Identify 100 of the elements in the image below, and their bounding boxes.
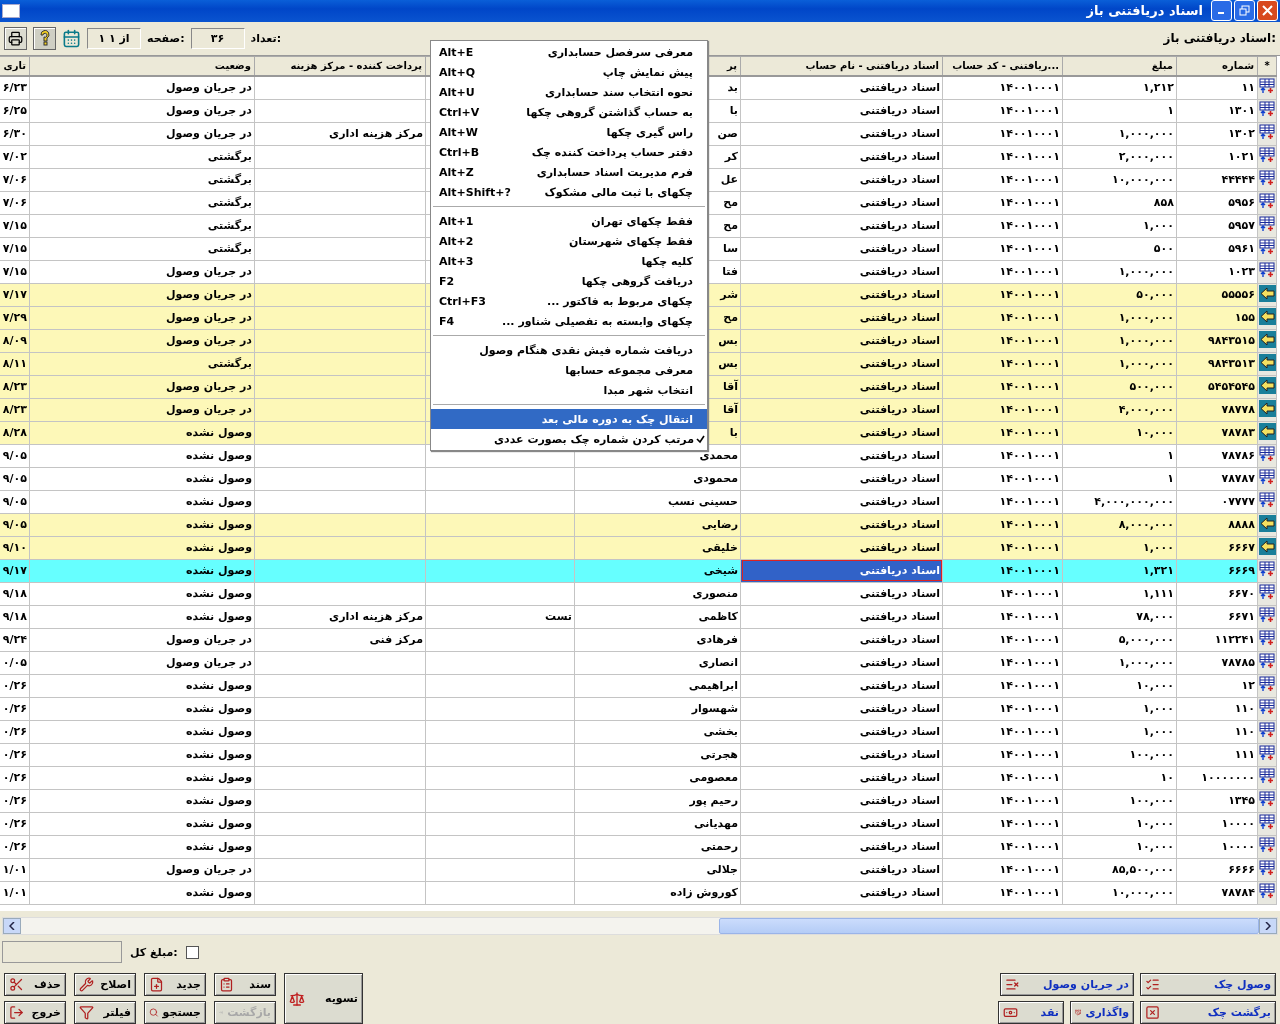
table-row[interactable]: ۱۱۰ ۱,۰۰۰ ۱۴۰۰۱۰۰۰۱ اسناد دریافتنی بخشی وصول نشده ۰/۲۶	[0, 720, 1277, 744]
handshake-button[interactable]: واگذاری	[1070, 1001, 1134, 1024]
column-header[interactable]: مبلغ	[1062, 56, 1177, 76]
table-row[interactable]: ۶۶۶۷ ۱,۰۰۰ ۱۴۰۰۱۰۰۰۱ اسناد دریافتنی خلیقی وصول نشده ۹/۱۰	[0, 536, 1277, 560]
table-row[interactable]: ۱۳۴۵ ۱۰۰,۰۰۰ ۱۴۰۰۱۰۰۰۱ اسناد دریافتنی رحیم پور وصول نشده ۰/۲۶	[0, 789, 1277, 813]
table-cell: ۸۸۸۸	[1176, 513, 1258, 537]
table-cell: ۱۴۰۰۱۰۰۰۱	[942, 329, 1063, 353]
table-cell: رضایی	[574, 513, 741, 537]
table-row[interactable]: ۱۰۰۰۰ ۱۰,۰۰۰ ۱۴۰۰۱۰۰۰۱ اسناد دریافتنی رحمتی وصول نشده ۰/۲۶	[0, 835, 1277, 859]
filter-button[interactable]: فیلتر	[74, 1001, 136, 1024]
table-row[interactable]: ۷۸۷۸۴ ۱۰,۰۰۰,۰۰۰ ۱۴۰۰۱۰۰۰۱ اسناد دریافتنی کوروش زاده وصول نشده ۱/۰۱	[0, 881, 1277, 905]
table-cell: ۱۳۰۲	[1176, 122, 1258, 146]
table-row[interactable]: ۱۱۱ ۱۰۰,۰۰۰ ۱۴۰۰۱۰۰۰۱ اسناد دریافتنی هجرتی وصول نشده ۰/۲۶	[0, 743, 1277, 767]
search-button[interactable]: جستجو	[144, 1001, 206, 1024]
table-cell: ۱۰,۰۰۰	[1062, 835, 1177, 859]
list-check-button[interactable]: وصول چک	[1140, 973, 1276, 996]
table-row[interactable]: ۸۸۸۸ ۸,۰۰۰,۰۰۰ ۱۴۰۰۱۰۰۰۱ اسناد دریافتنی رضایی وصول نشده ۹/۰۵	[0, 513, 1277, 537]
table-row[interactable]: ۱۲ ۱۰,۰۰۰ ۱۴۰۰۱۰۰۰۱ اسناد دریافتنی ابراهیمی وصول نشده ۰/۲۶	[0, 674, 1277, 698]
table-cell: اسناد دریافتنی	[740, 145, 943, 169]
count-field: ۳۶	[190, 27, 245, 49]
table-cell: رحیم پور	[574, 789, 741, 813]
table-cell: ۱۰,۰۰۰	[1062, 812, 1177, 836]
table-cell: ۱,۰۰۰,۰۰۰	[1062, 352, 1177, 376]
table-cell: ۱۴۰۰۱۰۰۰۱	[942, 605, 1063, 629]
table-cell: اسناد دریافتنی	[740, 421, 943, 445]
table-cell: وصول نشده	[29, 835, 255, 859]
table-row[interactable]: ۶۶۶۹ ۱,۳۲۱ ۱۴۰۰۱۰۰۰۱ اسناد دریافتنی شیخی وصول نشده ۹/۱۷	[0, 559, 1277, 583]
table-cell: ۱۴۰۰۱۰۰۰۱	[942, 743, 1063, 767]
table-cell: وصول نشده	[29, 559, 255, 583]
table-cell: ۱۴۰۰۱۰۰۰۱	[942, 168, 1063, 192]
table-cell: اسناد دریافتنی	[740, 283, 943, 307]
column-header[interactable]: وضعیت	[29, 56, 255, 76]
table-row[interactable]: ۱۱۲۲۴۱ ۵,۰۰۰,۰۰۰ ۱۴۰۰۱۰۰۰۱ اسناد دریافتنی فرهادی مرکز فنی در جریان وصول ۹/۲۴	[0, 628, 1277, 652]
column-header[interactable]: *	[1257, 56, 1277, 76]
table-row[interactable]: ۷۸۷۸۷ ۱ ۱۴۰۰۱۰۰۰۱ اسناد دریافتنی محمودی وصول نشده ۹/۰۵	[0, 467, 1277, 491]
table-row[interactable]: ۶۶۷۱ ۷۸,۰۰۰ ۱۴۰۰۱۰۰۰۱ اسناد دریافتنی کاظمی تست مرکز هزینه اداری وصول نشده ۹/۱۸	[0, 605, 1277, 629]
column-header[interactable]: اسناد دریافتنی - نام حساب	[740, 56, 943, 76]
table-cell: اسناد دریافتنی	[740, 766, 943, 790]
table-cell: ۱۴۰۰۱۰۰۰۱	[942, 858, 1063, 882]
clipboard-button[interactable]: سند	[214, 973, 276, 996]
table-cell: وصول نشده	[29, 812, 255, 836]
table-cell: وصول نشده	[29, 467, 255, 491]
settle-button[interactable]: تسویه	[284, 973, 363, 1024]
new-document-button[interactable]: جدید	[144, 973, 206, 996]
table-row[interactable]: ۱۰۰۰۰۰۰۰ ۱۰ ۱۴۰۰۱۰۰۰۱ اسناد دریافتنی معصومی وصول نشده ۰/۲۶	[0, 766, 1277, 790]
table-row[interactable]: ۰۷۷۷۷ ۴,۰۰۰,۰۰۰,۰۰۰ ۱۴۰۰۱۰۰۰۱ اسناد دریافتنی حسینی نسب وصول نشده ۹/۰۵	[0, 490, 1277, 514]
table-cell: ۷۸۷۸۷	[1176, 467, 1258, 491]
column-header[interactable]: پرداخت کننده - مرکز هزینه	[254, 56, 426, 76]
table-cell: ۴۴۴۴۴	[1176, 168, 1258, 192]
table-cell: ۵۰,۰۰۰	[1062, 283, 1177, 307]
column-header[interactable]: تاری	[0, 56, 30, 76]
table-cell: اسناد دریافتنی	[740, 513, 943, 537]
table-cell: اسناد دریافتنی	[740, 674, 943, 698]
table-row[interactable]: ۶۶۷۰ ۱,۱۱۱ ۱۴۰۰۱۰۰۰۱ اسناد دریافتنی منصوری وصول نشده ۹/۱۸	[0, 582, 1277, 606]
form-heading: اسناد دریافتنی باز:	[1163, 31, 1276, 46]
list-cross-button[interactable]: در جریان وصول	[1000, 973, 1134, 996]
table-cell: خلیقی	[574, 536, 741, 560]
table-row[interactable]: ۱۱۰ ۱,۰۰۰ ۱۴۰۰۱۰۰۰۱ اسناد دریافتنی شهسوار وصول نشده ۰/۲۶	[0, 697, 1277, 721]
table-cell: اسناد دریافتنی	[740, 697, 943, 721]
table-cell: ۱۴۰۰۱۰۰۰۱	[942, 789, 1063, 813]
menu-item[interactable]: انتقال چک به دوره مالی بعد	[431, 409, 707, 429]
column-header[interactable]: ...ریافتنی - کد حساب	[942, 56, 1063, 76]
table-cell: ۱۴۰۰۱۰۰۰۱	[942, 214, 1063, 238]
table-cell: اسناد دریافتنی	[740, 651, 943, 675]
table-cell: در جریان وصول	[29, 628, 255, 652]
table-cell: در جریان وصول	[29, 260, 255, 284]
table-cell: ۶۶۶۷	[1176, 536, 1258, 560]
table-cell: وصول نشده	[29, 605, 255, 629]
table-cell: ۵۹۶۱	[1176, 237, 1258, 261]
table-cell: ۸,۰۰۰,۰۰۰	[1062, 513, 1177, 537]
table-cell: ۱۰,۰۰۰,۰۰۰	[1062, 168, 1177, 192]
table-cell: ۱	[1062, 444, 1177, 468]
table-row[interactable]: ۱۰۰۰۰ ۱۰,۰۰۰ ۱۴۰۰۱۰۰۰۱ اسناد دریافتنی مهدیانی وصول نشده ۰/۲۶	[0, 812, 1277, 836]
banknote-button[interactable]: نقد	[998, 1001, 1064, 1024]
table-cell: ۱,۰۰۰	[1062, 720, 1177, 744]
table-cell: کاظمی	[574, 605, 741, 629]
table-cell: ۱۰۰۰۰۰۰۰	[1176, 766, 1258, 790]
wrench-button[interactable]: اصلاح	[74, 973, 136, 996]
exit-button[interactable]: خروج	[4, 1001, 66, 1024]
scissors-button[interactable]: حذف	[4, 973, 66, 996]
table-cell: وصول نشده	[29, 766, 255, 790]
table-cell: اسناد دریافتنی	[740, 306, 943, 330]
table-cell: ۱۴۰۰۱۰۰۰۱	[942, 835, 1063, 859]
cross-box-button[interactable]: برگشت چک	[1140, 1001, 1276, 1024]
table-cell: اسناد دریافتنی	[740, 99, 943, 123]
table-cell: ۱۴۰۰۱۰۰۰۱	[942, 122, 1063, 146]
table-row[interactable]: ۷۸۷۸۵ ۱,۰۰۰,۰۰۰ ۱۴۰۰۱۰۰۰۱ اسناد دریافتنی انصاری در جریان وصول ۰/۰۵	[0, 651, 1277, 675]
table-cell: در جریان وصول	[29, 858, 255, 882]
table-cell: ۶۶۶۶	[1176, 858, 1258, 882]
table-cell: ۱۴۰۰۱۰۰۰۱	[942, 145, 1063, 169]
table-cell: ۱,۰۰۰	[1062, 697, 1177, 721]
table-cell: ۱۴۰۰۱۰۰۰۱	[942, 444, 1063, 468]
table-cell: ۱۴۰۰۱۰۰۰۱	[942, 283, 1063, 307]
table-cell: وصول نشده	[29, 743, 255, 767]
table-cell: ۱۴۰۰۱۰۰۰۱	[942, 881, 1063, 905]
table-cell: اسناد دریافتنی	[740, 375, 943, 399]
column-header[interactable]: شماره	[1176, 56, 1258, 76]
table-cell: برگشتی	[29, 191, 255, 215]
table-cell: ۱۰۰۰۰	[1176, 812, 1258, 836]
table-row[interactable]: ۶۶۶۶ ۸۵,۵۰۰,۰۰۰ ۱۴۰۰۱۰۰۰۱ اسناد دریافتنی جلالی در جریان وصول ۱/۰۱	[0, 858, 1277, 882]
